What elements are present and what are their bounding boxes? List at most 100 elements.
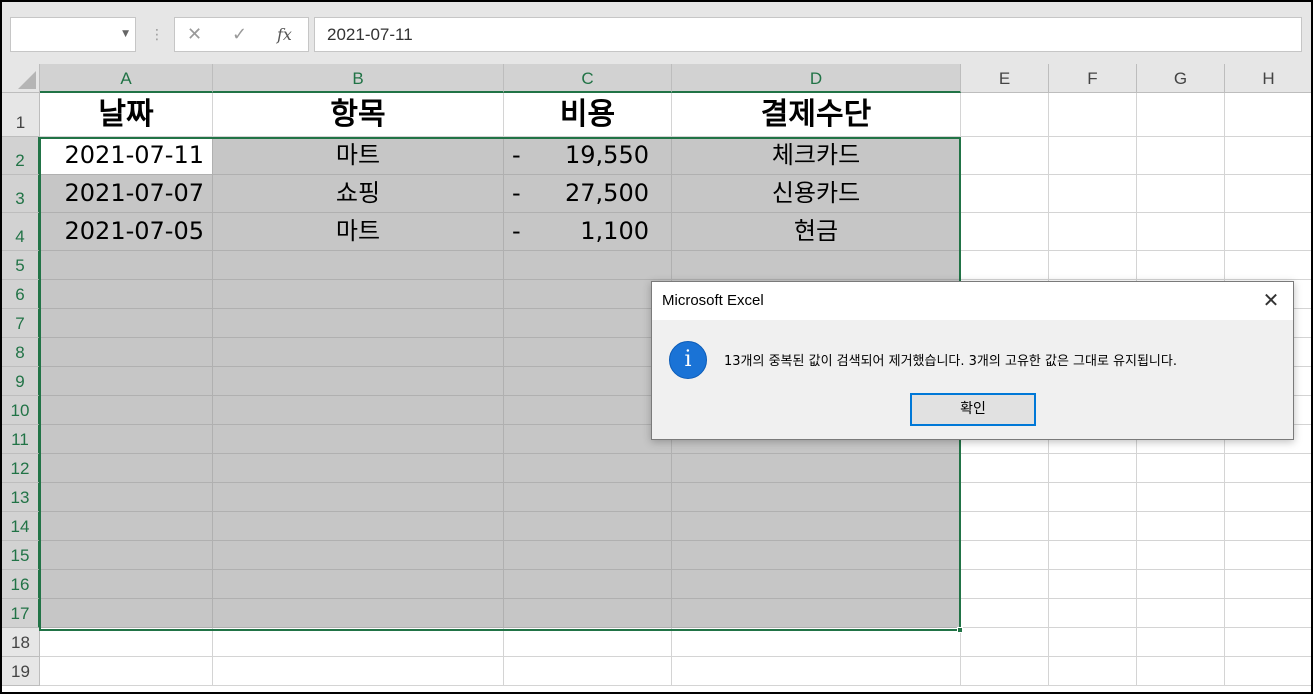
cell-g1[interactable] [1137, 93, 1225, 137]
cell-b9[interactable] [213, 367, 504, 396]
cell-a2[interactable]: 2021-07-11 [40, 137, 213, 175]
cell-a18[interactable] [40, 628, 213, 657]
cell-a8[interactable] [40, 338, 213, 367]
cell-g17[interactable] [1137, 599, 1225, 628]
cell-e16[interactable] [961, 570, 1049, 599]
cell-b11[interactable] [213, 425, 504, 454]
cell-b16[interactable] [213, 570, 504, 599]
column-header-c[interactable]: C [504, 64, 672, 93]
cell-d14[interactable] [672, 512, 961, 541]
cell-e3[interactable] [961, 175, 1049, 213]
cell-c1[interactable]: 비용 [504, 93, 672, 137]
cell-d12[interactable] [672, 454, 961, 483]
cell-f4[interactable] [1049, 213, 1137, 251]
column-header-d[interactable]: D [672, 64, 961, 93]
cell-c9[interactable] [504, 367, 672, 396]
column-header-b[interactable]: B [213, 64, 504, 93]
cell-g12[interactable] [1137, 454, 1225, 483]
row-header-7[interactable]: 7 [2, 309, 40, 338]
cell-a13[interactable] [40, 483, 213, 512]
cell-e12[interactable] [961, 454, 1049, 483]
row-header-10[interactable]: 10 [2, 396, 40, 425]
cell-h3[interactable] [1225, 175, 1311, 213]
cell-c2[interactable]: - 19,550 [504, 137, 672, 175]
row-header-1[interactable]: 1 [2, 93, 40, 137]
cell-d16[interactable] [672, 570, 961, 599]
cell-b7[interactable] [213, 309, 504, 338]
cell-g19[interactable] [1137, 657, 1225, 686]
cell-e15[interactable] [961, 541, 1049, 570]
row-header-9[interactable]: 9 [2, 367, 40, 396]
cell-a14[interactable] [40, 512, 213, 541]
cell-b15[interactable] [213, 541, 504, 570]
row-header-6[interactable]: 6 [2, 280, 40, 309]
ok-button[interactable]: 확인 [910, 393, 1036, 426]
cell-b6[interactable] [213, 280, 504, 309]
cell-a5[interactable] [40, 251, 213, 280]
insert-function-icon[interactable]: fx [277, 25, 292, 44]
row-header-19[interactable]: 19 [2, 657, 40, 686]
row-header-12[interactable]: 12 [2, 454, 40, 483]
row-header-3[interactable]: 3 [2, 175, 40, 213]
column-header-h[interactable]: H [1225, 64, 1311, 93]
cell-f13[interactable] [1049, 483, 1137, 512]
formula-input[interactable]: 2021-07-11 [314, 17, 1302, 52]
cell-a4[interactable]: 2021-07-05 [40, 213, 213, 251]
cell-a6[interactable] [40, 280, 213, 309]
cell-g16[interactable] [1137, 570, 1225, 599]
cell-f5[interactable] [1049, 251, 1137, 280]
cell-c7[interactable] [504, 309, 672, 338]
cell-c8[interactable] [504, 338, 672, 367]
cell-h19[interactable] [1225, 657, 1311, 686]
cell-d15[interactable] [672, 541, 961, 570]
cell-b2[interactable]: 마트 [213, 137, 504, 175]
row-header-17[interactable]: 17 [2, 599, 40, 628]
cell-h18[interactable] [1225, 628, 1311, 657]
cell-e18[interactable] [961, 628, 1049, 657]
cell-a11[interactable] [40, 425, 213, 454]
cell-h5[interactable] [1225, 251, 1311, 280]
cell-c15[interactable] [504, 541, 672, 570]
cell-g3[interactable] [1137, 175, 1225, 213]
row-header-5[interactable]: 5 [2, 251, 40, 280]
cell-b5[interactable] [213, 251, 504, 280]
cell-c10[interactable] [504, 396, 672, 425]
cell-g4[interactable] [1137, 213, 1225, 251]
row-header-11[interactable]: 11 [2, 425, 40, 454]
cell-h12[interactable] [1225, 454, 1311, 483]
cell-c4[interactable]: - 1,100 [504, 213, 672, 251]
cell-h4[interactable] [1225, 213, 1311, 251]
cell-d2[interactable]: 체크카드 [672, 137, 961, 175]
cell-b14[interactable] [213, 512, 504, 541]
row-header-15[interactable]: 15 [2, 541, 40, 570]
cell-f17[interactable] [1049, 599, 1137, 628]
cell-g5[interactable] [1137, 251, 1225, 280]
cell-b18[interactable] [213, 628, 504, 657]
row-header-16[interactable]: 16 [2, 570, 40, 599]
cell-g18[interactable] [1137, 628, 1225, 657]
cell-c18[interactable] [504, 628, 672, 657]
cell-c12[interactable] [504, 454, 672, 483]
dialog-titlebar[interactable]: Microsoft Excel ✕ [652, 282, 1293, 320]
cell-e13[interactable] [961, 483, 1049, 512]
cell-a3[interactable]: 2021-07-07 [40, 175, 213, 213]
cell-g14[interactable] [1137, 512, 1225, 541]
cell-f12[interactable] [1049, 454, 1137, 483]
row-header-8[interactable]: 8 [2, 338, 40, 367]
row-header-14[interactable]: 14 [2, 512, 40, 541]
cell-d4[interactable]: 현금 [672, 213, 961, 251]
name-box[interactable]: ▼ [10, 17, 136, 52]
cell-b12[interactable] [213, 454, 504, 483]
cell-h16[interactable] [1225, 570, 1311, 599]
cell-a10[interactable] [40, 396, 213, 425]
cell-b10[interactable] [213, 396, 504, 425]
column-header-e[interactable]: E [961, 64, 1049, 93]
cell-b13[interactable] [213, 483, 504, 512]
cell-d5[interactable] [672, 251, 961, 280]
cell-c19[interactable] [504, 657, 672, 686]
cell-d1[interactable]: 결제수단 [672, 93, 961, 137]
cell-g15[interactable] [1137, 541, 1225, 570]
row-header-18[interactable]: 18 [2, 628, 40, 657]
cell-g13[interactable] [1137, 483, 1225, 512]
row-header-4[interactable]: 4 [2, 213, 40, 251]
